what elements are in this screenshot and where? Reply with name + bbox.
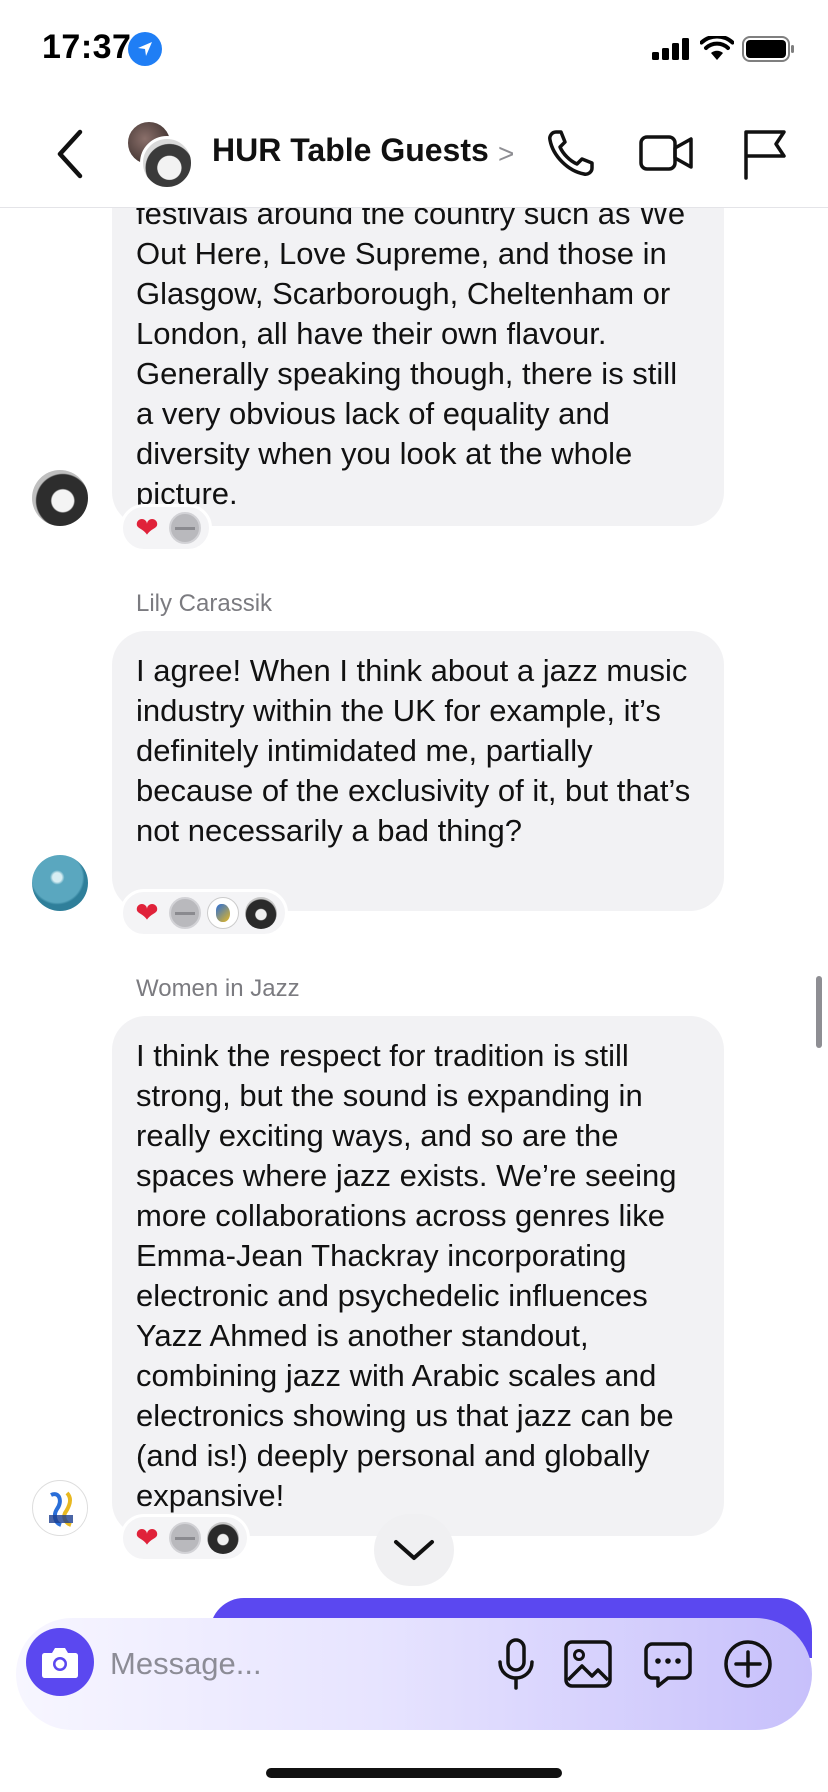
message-text: festivals around the country such as We … (136, 208, 686, 511)
back-chevron-icon[interactable] (50, 126, 90, 182)
reactions[interactable]: ❤ (120, 1514, 250, 1562)
heart-reaction-icon: ❤ (135, 512, 159, 543)
status-time: 17:37 (42, 28, 132, 66)
chat-bubble-icon[interactable] (642, 1638, 694, 1690)
sender-avatar[interactable] (32, 855, 88, 911)
reactor-avatar (169, 512, 201, 544)
chat-title[interactable]: HUR Table Guests (212, 132, 489, 169)
reactor-avatar (207, 1522, 239, 1554)
flag-icon[interactable] (738, 126, 790, 182)
heart-reaction-icon: ❤ (135, 1522, 159, 1553)
location-arrow-icon (128, 32, 162, 66)
home-indicator (266, 1768, 562, 1778)
reactions[interactable]: ❤ (120, 889, 288, 937)
scrollbar[interactable] (816, 976, 822, 1048)
chevron-down-icon (394, 1540, 434, 1560)
camera-icon (42, 1648, 78, 1678)
sender-avatar[interactable] (32, 470, 88, 526)
chevron-right-icon: > (498, 138, 515, 169)
sender-name: Women in Jazz (136, 975, 300, 1002)
chat-header: HUR Table Guests > (0, 100, 828, 208)
camera-button[interactable] (26, 1628, 94, 1696)
reactor-avatar (169, 1522, 201, 1554)
group-avatar[interactable] (126, 120, 198, 192)
image-icon[interactable] (562, 1638, 614, 1690)
reactor-avatar (245, 897, 277, 929)
battery-icon (742, 36, 794, 62)
message-text: I agree! When I think about a jazz music… (136, 653, 691, 848)
message-text: I think the respect for tradition is sti… (136, 1038, 677, 1513)
member-avatar (140, 136, 194, 190)
message-bubble[interactable]: festivals around the country such as We … (112, 208, 724, 526)
sender-avatar[interactable] (32, 1480, 88, 1536)
message-input[interactable] (110, 1636, 410, 1692)
video-camera-icon[interactable] (638, 128, 694, 178)
reactions[interactable]: ❤ (120, 504, 212, 552)
women-in-jazz-logo-icon (35, 1483, 87, 1535)
message-composer (16, 1618, 812, 1730)
status-bar: 17:37 (0, 0, 828, 100)
wifi-icon (700, 36, 734, 60)
cellular-signal-icon (652, 38, 689, 60)
reactor-avatar (207, 897, 239, 929)
sender-name: Lily Carassik (136, 590, 273, 617)
plus-circle-icon[interactable] (722, 1638, 774, 1690)
heart-reaction-icon: ❤ (135, 897, 159, 928)
phone-icon[interactable] (544, 126, 598, 180)
message-bubble[interactable]: I think the respect for tradition is sti… (112, 1016, 724, 1536)
scroll-to-bottom-button[interactable] (374, 1514, 454, 1586)
message-list[interactable]: festivals around the country such as We … (0, 208, 828, 1588)
microphone-icon[interactable] (492, 1636, 540, 1692)
message-bubble[interactable]: I agree! When I think about a jazz music… (112, 631, 724, 911)
reactor-avatar (169, 897, 201, 929)
